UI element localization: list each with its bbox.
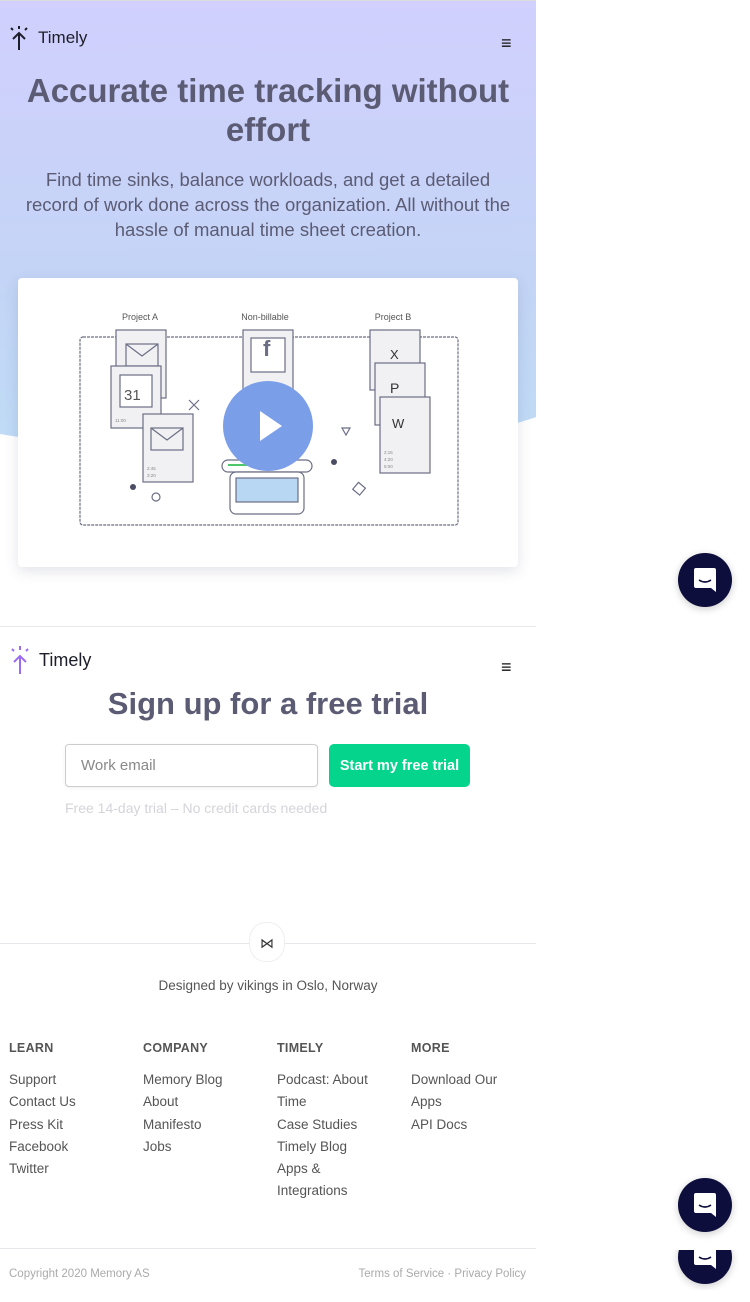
time-label: 2:45 xyxy=(147,466,156,471)
hero-section: Timely ≡ Accurate time tracking without … xyxy=(0,0,536,626)
footer-link-about[interactable]: About xyxy=(143,1091,273,1113)
column-title: LEARN xyxy=(9,1041,54,1055)
hero-title: Accurate time tracking without effort xyxy=(26,72,510,148)
footer-bottom-divider xyxy=(0,1248,536,1249)
footer-link-case-studies[interactable]: Case Studies xyxy=(277,1114,387,1136)
calendar-day: 31 xyxy=(124,387,141,404)
project-label: Project B xyxy=(375,312,412,322)
footer-column-learn: LEARN Support Contact Us Press Kit Faceb… xyxy=(9,1041,139,1180)
svg-text:f: f xyxy=(263,336,271,361)
chat-launcher-clipped xyxy=(670,1250,740,1290)
footer-link-integrations[interactable]: Apps & Integrations xyxy=(277,1158,387,1203)
footer-column-timely: TIMELY Podcast: About Time Case Studies … xyxy=(277,1041,387,1203)
time-label: 3:20 xyxy=(147,473,156,478)
time-label: 2:15 xyxy=(384,450,393,455)
svg-text:X: X xyxy=(390,347,399,362)
footer-link-memory-blog[interactable]: Memory Blog xyxy=(143,1069,273,1091)
hamburger-menu-icon[interactable]: ≡ xyxy=(501,657,512,678)
time-label: 4:20 xyxy=(384,457,393,462)
footer-link-press-kit[interactable]: Press Kit xyxy=(9,1114,139,1136)
footer-link-timely-blog[interactable]: Timely Blog xyxy=(277,1136,387,1158)
footer-link-podcast[interactable]: Podcast: About Time xyxy=(277,1069,387,1114)
logo[interactable]: Timely xyxy=(9,645,91,675)
chat-launcher-button[interactable] xyxy=(678,553,732,607)
legal-links: Terms of Service · Privacy Policy xyxy=(359,1268,526,1280)
footer-column-company: COMPANY Memory Blog About Manifesto Jobs xyxy=(143,1041,273,1158)
brand-name: Timely xyxy=(38,28,88,47)
svg-text:W: W xyxy=(392,416,405,431)
column-title: MORE xyxy=(411,1041,450,1055)
footer-link-manifesto[interactable]: Manifesto xyxy=(143,1114,273,1136)
chat-icon xyxy=(694,568,716,592)
chat-icon xyxy=(694,1193,716,1217)
hamburger-menu-icon[interactable]: ≡ xyxy=(501,33,512,54)
footer-link-download-apps[interactable]: Download Our Apps xyxy=(411,1069,521,1114)
svg-text:P: P xyxy=(390,380,399,396)
designed-by-text: Designed by vikings in Oslo, Norway xyxy=(158,978,378,993)
footer-link-contact[interactable]: Contact Us xyxy=(9,1091,139,1113)
footer-column-more: MORE Download Our Apps API Docs xyxy=(411,1041,521,1136)
column-title: TIMELY xyxy=(277,1041,324,1055)
copyright: Copyright 2020 Memory AS xyxy=(9,1268,150,1280)
column-title: COMPANY xyxy=(143,1041,209,1055)
chat-launcher-button[interactable] xyxy=(678,1178,732,1232)
privacy-link[interactable]: Privacy Policy xyxy=(454,1268,526,1280)
project-label: Project A xyxy=(122,312,158,322)
work-email-input[interactable] xyxy=(65,744,318,787)
timely-logo-icon xyxy=(10,26,28,50)
section-divider xyxy=(0,626,536,627)
play-video-button[interactable] xyxy=(223,381,313,471)
footer-link-support[interactable]: Support xyxy=(9,1069,139,1091)
separator: · xyxy=(447,1268,452,1280)
project-label: Non-billable xyxy=(241,312,289,322)
memory-logo-icon[interactable]: ⋈ xyxy=(249,922,285,962)
trial-note: Free 14-day trial – No credit cards need… xyxy=(65,800,328,816)
terms-link[interactable]: Terms of Service xyxy=(359,1268,445,1280)
footer-link-jobs[interactable]: Jobs xyxy=(143,1136,273,1158)
chat-icon xyxy=(694,1250,716,1269)
timely-logo-icon xyxy=(11,646,29,674)
footer-link-twitter[interactable]: Twitter xyxy=(9,1158,139,1180)
time-label: 11:00 xyxy=(115,418,126,423)
brand-name: Timely xyxy=(39,649,92,670)
logo[interactable]: Timely xyxy=(8,25,87,51)
hero-subtitle: Find time sinks, balance workloads, and … xyxy=(25,169,511,240)
start-free-trial-button[interactable]: Start my free trial xyxy=(329,744,470,787)
signup-title: Sign up for a free trial xyxy=(107,686,429,721)
chat-launcher-button[interactable] xyxy=(678,1250,732,1284)
footer-link-api-docs[interactable]: API Docs xyxy=(411,1114,521,1136)
footer-link-facebook[interactable]: Facebook xyxy=(9,1136,139,1158)
time-label: 5:00 xyxy=(384,464,393,469)
